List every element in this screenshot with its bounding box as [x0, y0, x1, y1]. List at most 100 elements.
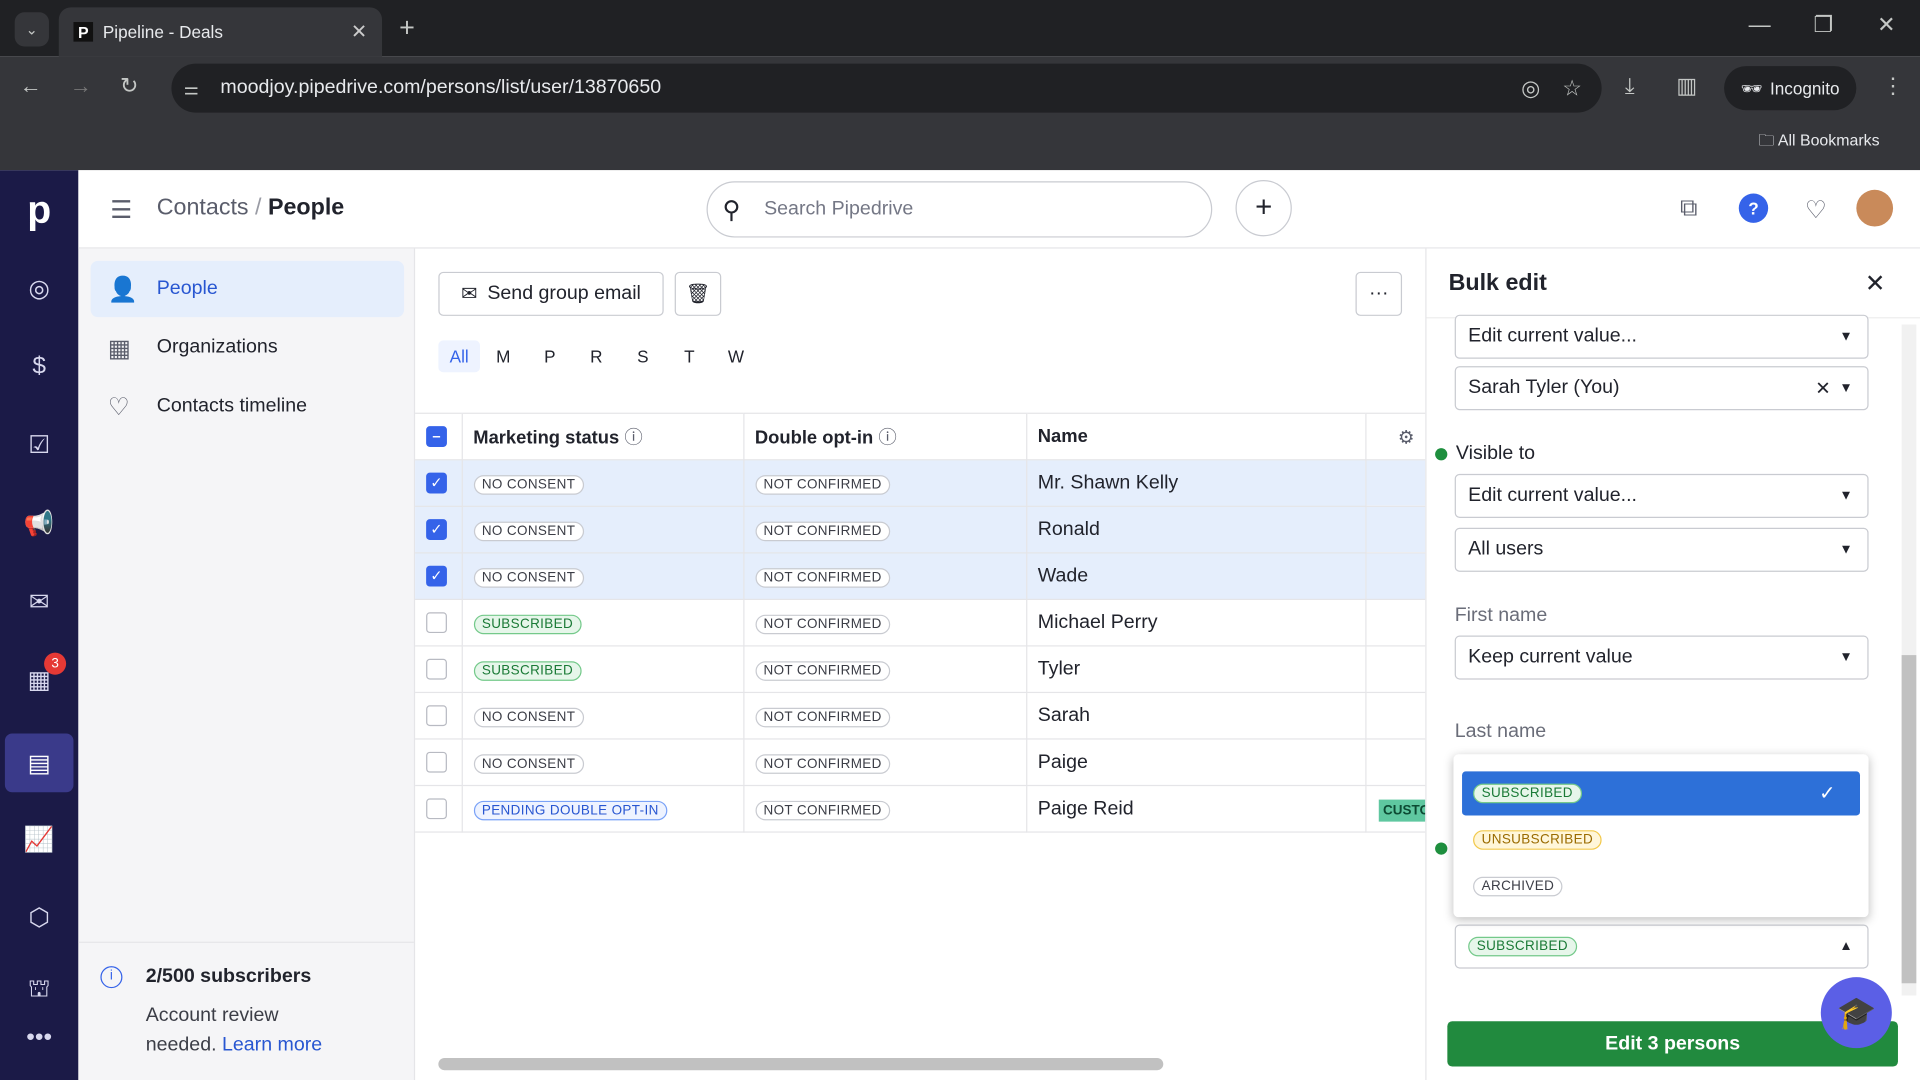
- row-checkbox[interactable]: [426, 658, 447, 680]
- tab-search-icon[interactable]: ⌄: [14, 12, 49, 47]
- products-icon[interactable]: ⬡: [15, 893, 64, 942]
- letter-filter[interactable]: S: [620, 340, 667, 372]
- first-name-select[interactable]: Keep current value ▼: [1454, 635, 1869, 680]
- row-checkbox[interactable]: ✓: [426, 518, 447, 540]
- visible-mode-select[interactable]: Edit current value... ▼: [1454, 473, 1869, 518]
- letter-filter[interactable]: P: [527, 340, 574, 372]
- letter-filter[interactable]: M: [480, 340, 527, 372]
- letter-filter-all[interactable]: All: [438, 340, 481, 373]
- browser-tab[interactable]: P Pipeline - Deals ✕: [58, 7, 383, 57]
- sidebar-item-people[interactable]: 👤 People: [90, 260, 405, 318]
- leads-icon[interactable]: ◎: [15, 263, 64, 312]
- table-row[interactable]: ✓ NO CONSENT NOT CONFIRMED Ronald: [415, 506, 1426, 554]
- new-tab-icon[interactable]: +: [399, 12, 415, 44]
- letter-filter[interactable]: W: [713, 340, 760, 372]
- table-row[interactable]: SUBSCRIBED NOT CONFIRMED Michael Perry: [415, 599, 1426, 647]
- browser-menu-icon[interactable]: ⋮: [1882, 73, 1904, 99]
- person-name[interactable]: Paige: [1026, 738, 1366, 787]
- column-settings[interactable]: ⚙: [1365, 413, 1426, 461]
- select-all-checkbox[interactable]: –: [426, 426, 447, 448]
- row-checkbox[interactable]: [426, 751, 447, 773]
- restore-icon[interactable]: ❐: [1813, 12, 1833, 38]
- sidebar-item-contacts-timeline[interactable]: ♡ Contacts timeline: [91, 378, 404, 434]
- table-row[interactable]: SUBSCRIBED NOT CONFIRMED Tyler: [415, 645, 1426, 694]
- academy-graduation-cap-icon[interactable]: 🎓: [1820, 977, 1892, 1049]
- owner-mode-select[interactable]: Edit current value... ▼: [1454, 314, 1869, 359]
- reload-icon[interactable]: ↻: [120, 73, 138, 99]
- clear-icon[interactable]: ✕: [1815, 377, 1830, 399]
- site-settings-icon[interactable]: ⚌: [184, 78, 199, 99]
- more-actions-button[interactable]: ···: [1355, 271, 1403, 316]
- menu-toggle-icon[interactable]: ☰: [110, 195, 132, 226]
- incognito-badge[interactable]: 🕶 Incognito: [1724, 66, 1857, 111]
- person-name[interactable]: Wade: [1026, 552, 1366, 601]
- tasks-icon[interactable]: ☑: [15, 420, 64, 469]
- info-icon[interactable]: ⓘ: [878, 427, 896, 448]
- option-unsubscribed[interactable]: UNSUBSCRIBED: [1462, 818, 1860, 862]
- pipedrive-logo[interactable]: p: [15, 185, 64, 234]
- marketing-status-badge: NO CONSENT: [473, 567, 584, 588]
- row-checkbox[interactable]: ✓: [426, 565, 447, 587]
- send-group-email-button[interactable]: ✉ Send group email: [438, 271, 664, 316]
- all-bookmarks[interactable]: 🗀 All Bookmarks: [1758, 130, 1879, 157]
- close-icon[interactable]: ✕: [1865, 268, 1886, 299]
- help-icon[interactable]: ?: [1738, 193, 1769, 223]
- mail-icon[interactable]: ✉: [15, 577, 64, 626]
- breadcrumb-contacts[interactable]: Contacts: [157, 195, 249, 221]
- row-checkbox[interactable]: [426, 798, 447, 819]
- table-row[interactable]: PENDING DOUBLE OPT-IN NOT CONFIRMED Paig…: [415, 785, 1426, 833]
- marketplace-icon[interactable]: ⛫: [15, 966, 64, 1015]
- person-name[interactable]: Mr. Shawn Kelly: [1026, 459, 1366, 507]
- visible-to-select[interactable]: All users ▼: [1454, 527, 1869, 572]
- quick-add-button[interactable]: +: [1235, 180, 1292, 237]
- forward-icon[interactable]: →: [70, 73, 92, 99]
- owner-select[interactable]: Sarah Tyler (You) ✕ ▼: [1454, 366, 1869, 411]
- person-name[interactable]: Ronald: [1026, 506, 1366, 554]
- person-name[interactable]: Paige Reid: [1026, 785, 1366, 833]
- deals-icon[interactable]: $: [15, 342, 64, 391]
- option-archived[interactable]: ARCHIVED: [1462, 864, 1860, 908]
- column-name[interactable]: Name: [1026, 413, 1366, 461]
- person-name[interactable]: Michael Perry: [1026, 599, 1366, 647]
- gear-icon[interactable]: ⚙: [1398, 426, 1414, 448]
- info-icon[interactable]: ⓘ: [624, 427, 642, 448]
- horizontal-scrollbar[interactable]: [438, 1057, 1164, 1071]
- person-name[interactable]: Sarah: [1026, 692, 1366, 740]
- minimize-icon[interactable]: —: [1749, 12, 1771, 38]
- close-window-icon[interactable]: ✕: [1877, 12, 1895, 38]
- person-name[interactable]: Tyler: [1026, 645, 1366, 694]
- marketing-status-select[interactable]: SUBSCRIBED ▲: [1454, 924, 1869, 969]
- search-input[interactable]: ⚲ Search Pipedrive: [706, 181, 1213, 238]
- campaigns-icon[interactable]: 📢: [15, 498, 64, 547]
- table-row[interactable]: ✓ NO CONSENT NOT CONFIRMED Wade: [415, 552, 1426, 601]
- row-checkbox[interactable]: ✓: [426, 472, 447, 494]
- table-row[interactable]: ✓ NO CONSENT NOT CONFIRMED Mr. Shawn Kel…: [415, 459, 1426, 507]
- sidebar-item-organizations[interactable]: ▦ Organizations: [91, 320, 404, 376]
- delete-button[interactable]: 🗑: [674, 271, 722, 316]
- insights-icon[interactable]: 📈: [15, 814, 64, 863]
- side-panel-icon[interactable]: ▥: [1676, 73, 1697, 99]
- eye-off-icon[interactable]: ◎: [1521, 75, 1540, 101]
- tips-bulb-icon[interactable]: ♡: [1805, 195, 1827, 226]
- star-icon[interactable]: ☆: [1562, 75, 1582, 101]
- column-double-opt-in[interactable]: Double opt-in ⓘ: [743, 413, 1027, 461]
- vertical-scrollbar[interactable]: [1901, 324, 1917, 996]
- letter-filter[interactable]: R: [573, 340, 620, 372]
- contacts-icon[interactable]: ▤: [4, 733, 74, 793]
- letter-filter[interactable]: T: [666, 340, 713, 372]
- avatar[interactable]: [1856, 189, 1894, 227]
- back-icon[interactable]: ←: [20, 73, 42, 99]
- option-subscribed[interactable]: SUBSCRIBED ✓: [1462, 771, 1861, 816]
- table-row[interactable]: NO CONSENT NOT CONFIRMED Paige: [415, 738, 1426, 787]
- row-checkbox[interactable]: [426, 611, 447, 633]
- row-checkbox[interactable]: [426, 705, 447, 726]
- address-bar[interactable]: ⚌ moodjoy.pipedrive.com/persons/list/use…: [171, 63, 1602, 113]
- column-marketing-status[interactable]: Marketing status ⓘ: [461, 413, 744, 461]
- table-row[interactable]: NO CONSENT NOT CONFIRMED Sarah: [415, 692, 1426, 740]
- learn-more-link[interactable]: Learn more: [222, 1035, 322, 1056]
- calendar-icon[interactable]: ▦ 3: [15, 652, 67, 704]
- download-icon[interactable]: ⤓: [1625, 73, 1635, 99]
- more-icon[interactable]: •••: [15, 1013, 64, 1062]
- extensions-icon[interactable]: ⧉: [1680, 195, 1697, 223]
- close-tab-icon[interactable]: ✕: [351, 20, 367, 44]
